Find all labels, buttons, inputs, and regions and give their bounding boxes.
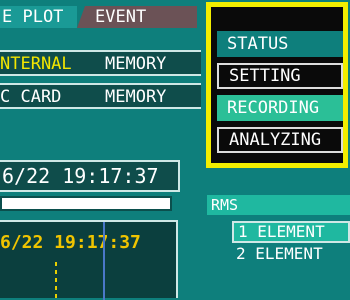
menu-item-status[interactable]: STATUS [217, 31, 343, 57]
menu-item-recording[interactable]: RECORDING [217, 95, 343, 121]
datetime-field: 6/22 19:17:37 [0, 160, 180, 192]
rms-element-1[interactable]: 1 ELEMENT [232, 221, 350, 243]
progress-bar [0, 196, 172, 211]
menu-item-setting[interactable]: SETTING [217, 63, 343, 89]
graph-panel: 6/22 19:17:37 [0, 220, 178, 300]
main-menu: STATUS SETTING RECORDING ANALYZING [206, 2, 348, 168]
dashed-marker [55, 262, 57, 300]
card-memory-option[interactable]: C CARD MEMORY [0, 83, 201, 109]
graph-datetime: 6/22 19:17:37 [0, 232, 141, 253]
tab-plot[interactable]: E PLOT [0, 6, 77, 28]
card-memory-suffix: MEMORY [105, 87, 167, 107]
rms-element-2[interactable]: 2 ELEMENT [236, 244, 323, 263]
internal-memory-label: NTERNAL [0, 54, 72, 74]
rms-element-list: 1 ELEMENT 2 ELEMENT [220, 218, 350, 270]
card-memory-label: C CARD [0, 87, 62, 107]
internal-memory-suffix: MEMORY [105, 54, 167, 74]
internal-memory-option[interactable]: NTERNAL MEMORY [0, 50, 201, 76]
cursor-line [103, 222, 105, 300]
menu-item-analyzing[interactable]: ANALYZING [217, 127, 343, 153]
rms-header: RMS [207, 195, 350, 215]
tab-event[interactable]: EVENT [77, 6, 197, 28]
